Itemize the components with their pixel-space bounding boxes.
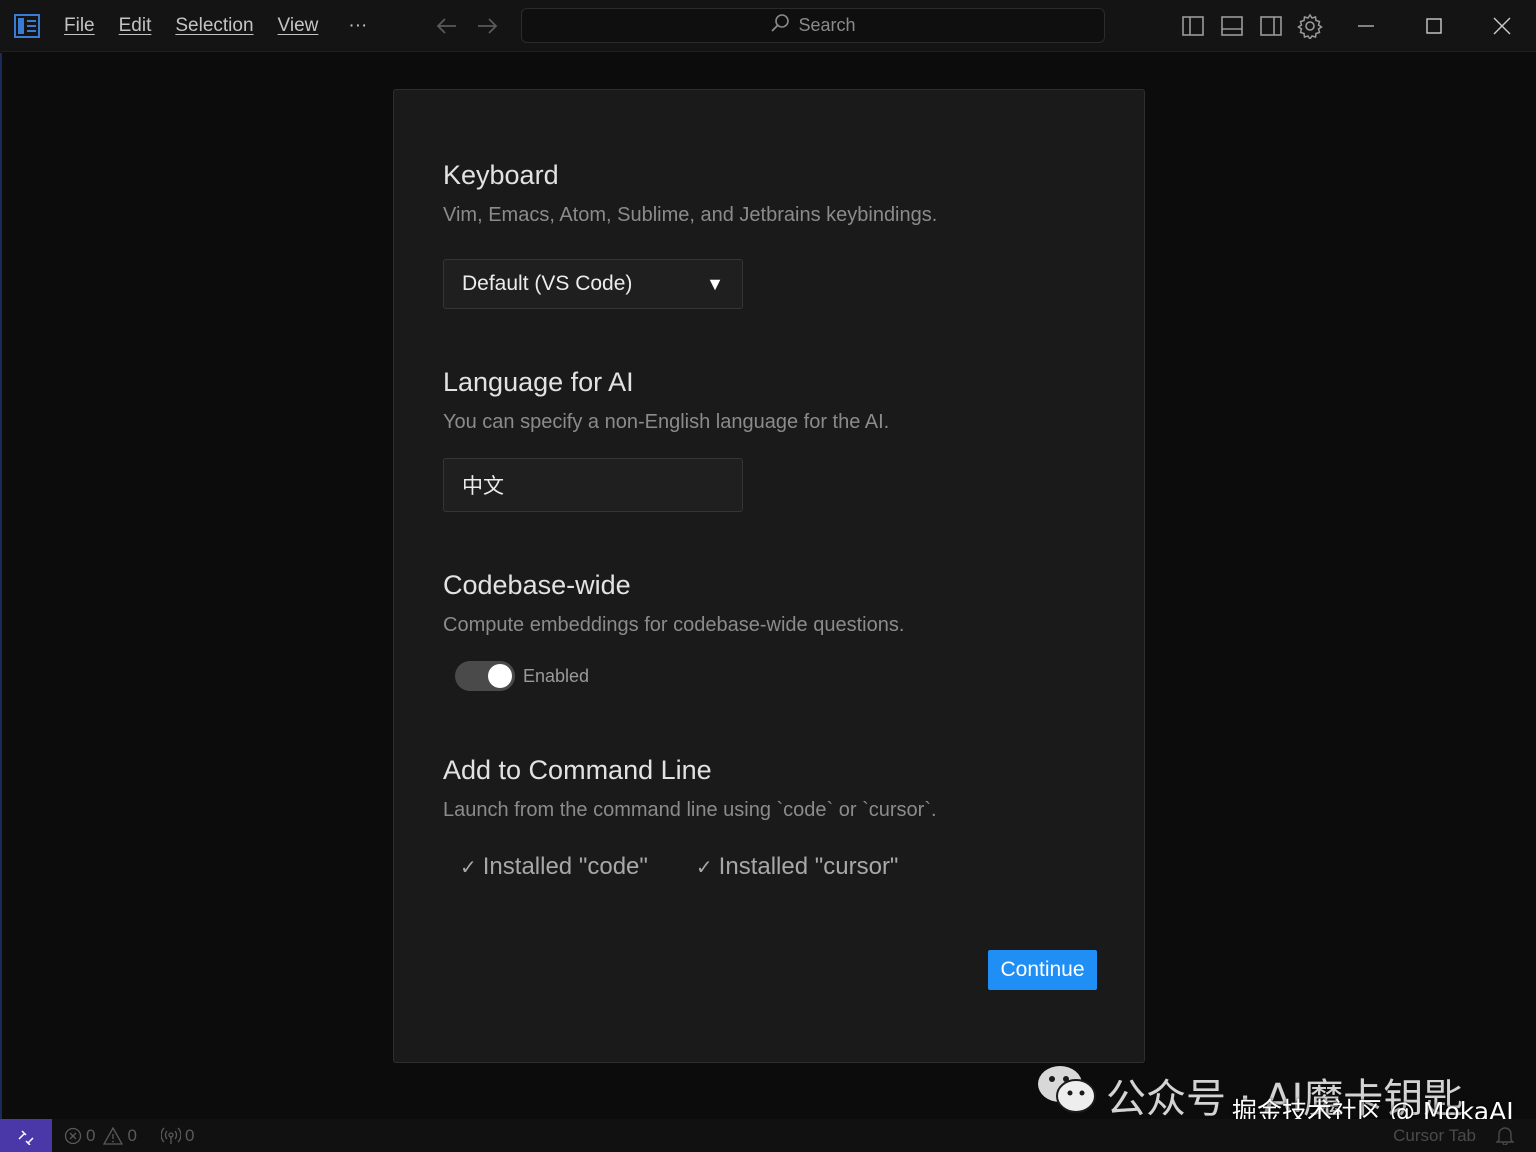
codebase-toggle[interactable] xyxy=(455,661,515,691)
codebase-title: Codebase-wide xyxy=(443,570,631,600)
remote-icon[interactable] xyxy=(0,1119,52,1152)
arrow-right-icon[interactable] xyxy=(476,13,498,39)
keybinding-selected: Default (VS Code) xyxy=(462,272,633,295)
command-line-section: Add to Command Line Launch from the comm… xyxy=(443,755,937,822)
layout-sidebar-right-icon[interactable] xyxy=(1258,12,1284,40)
layout-panel-icon[interactable] xyxy=(1219,12,1245,40)
menu-bar: File Edit Selection View ··· xyxy=(52,0,379,52)
codebase-toggle-row: Enabled xyxy=(455,661,589,691)
ports-count: 0 xyxy=(184,1125,195,1145)
maximize-icon[interactable] xyxy=(1400,0,1468,52)
arrow-left-icon[interactable] xyxy=(436,13,458,39)
navigation-arrows xyxy=(436,13,498,39)
error-count: 0 xyxy=(86,1125,96,1145)
layout-sidebar-left-icon[interactable] xyxy=(1180,12,1206,40)
window-controls xyxy=(1332,0,1536,52)
broadcast-icon xyxy=(160,1127,181,1144)
ports-indicator[interactable]: 0 xyxy=(160,1125,195,1146)
close-icon[interactable] xyxy=(1468,0,1536,52)
search-input[interactable]: Search xyxy=(521,8,1105,43)
menu-more[interactable]: ··· xyxy=(330,0,379,52)
codebase-description: Compute embeddings for codebase-wide que… xyxy=(443,614,905,636)
gear-icon[interactable] xyxy=(1297,12,1323,40)
title-bar: File Edit Selection View ··· Search xyxy=(0,0,1536,52)
search-placeholder: Search xyxy=(798,15,856,35)
installed-code-label: Installed "code" xyxy=(482,853,648,880)
installed-code-status: ✓ Installed "code" xyxy=(460,853,648,881)
language-section: Language for AI You can specify a non-En… xyxy=(443,367,889,434)
installed-cursor-label: Installed "cursor" xyxy=(718,853,899,880)
keybinding-dropdown[interactable]: Default (VS Code) ▼ xyxy=(443,259,743,309)
menu-selection[interactable]: Selection xyxy=(163,0,265,52)
search-icon xyxy=(770,13,790,38)
menu-selection-label: Selection xyxy=(175,15,254,36)
warning-count: 0 xyxy=(127,1125,137,1145)
continue-button[interactable]: Continue xyxy=(988,950,1097,990)
installed-commands: ✓ Installed "code" ✓ Installed "cursor" xyxy=(460,853,898,881)
language-title: Language for AI xyxy=(443,367,634,397)
error-icon xyxy=(64,1127,82,1144)
command-line-title: Add to Command Line xyxy=(443,755,712,785)
wechat-icon xyxy=(1036,1064,1098,1121)
onboarding-dialog: Keyboard Vim, Emacs, Atom, Sublime, and … xyxy=(393,89,1145,1063)
problems-indicator[interactable]: 0 0 xyxy=(64,1126,137,1146)
menu-file-label: File xyxy=(64,15,95,36)
language-description: You can specify a non-English language f… xyxy=(443,411,890,433)
keyboard-description: Vim, Emacs, Atom, Sublime, and Jetbrains… xyxy=(443,204,938,226)
cursor-tab-status[interactable]: Cursor Tab xyxy=(1393,1126,1476,1146)
more-icon: ··· xyxy=(348,15,368,36)
toggle-knob xyxy=(488,664,512,688)
menu-edit-label: Edit xyxy=(118,15,152,36)
menu-view[interactable]: View xyxy=(266,0,331,52)
ai-language-value: 中文 xyxy=(462,474,504,498)
check-icon: ✓ xyxy=(460,856,477,879)
installed-cursor-status: ✓ Installed "cursor" xyxy=(696,853,899,881)
status-bar: 0 0 0 Cursor Tab xyxy=(0,1119,1536,1152)
codebase-section: Codebase-wide Compute embeddings for cod… xyxy=(443,570,904,637)
check-icon: ✓ xyxy=(695,856,713,879)
activity-edge xyxy=(0,53,2,1119)
menu-view-label: View xyxy=(277,15,319,36)
warning-icon xyxy=(103,1126,124,1145)
menu-file[interactable]: File xyxy=(52,0,107,52)
cursor-app-icon xyxy=(14,14,40,38)
keyboard-section: Keyboard Vim, Emacs, Atom, Sublime, and … xyxy=(443,160,937,227)
menu-edit[interactable]: Edit xyxy=(107,0,164,52)
command-line-description: Launch from the command line using `code… xyxy=(443,799,937,821)
keyboard-title: Keyboard xyxy=(443,160,559,190)
bell-icon[interactable] xyxy=(1495,1125,1515,1150)
dropdown-arrow-icon: ▼ xyxy=(706,273,724,294)
ai-language-input[interactable]: 中文 xyxy=(443,458,743,512)
minimize-icon[interactable] xyxy=(1332,0,1400,52)
codebase-toggle-label: Enabled xyxy=(523,665,590,686)
layout-controls xyxy=(1180,12,1323,40)
